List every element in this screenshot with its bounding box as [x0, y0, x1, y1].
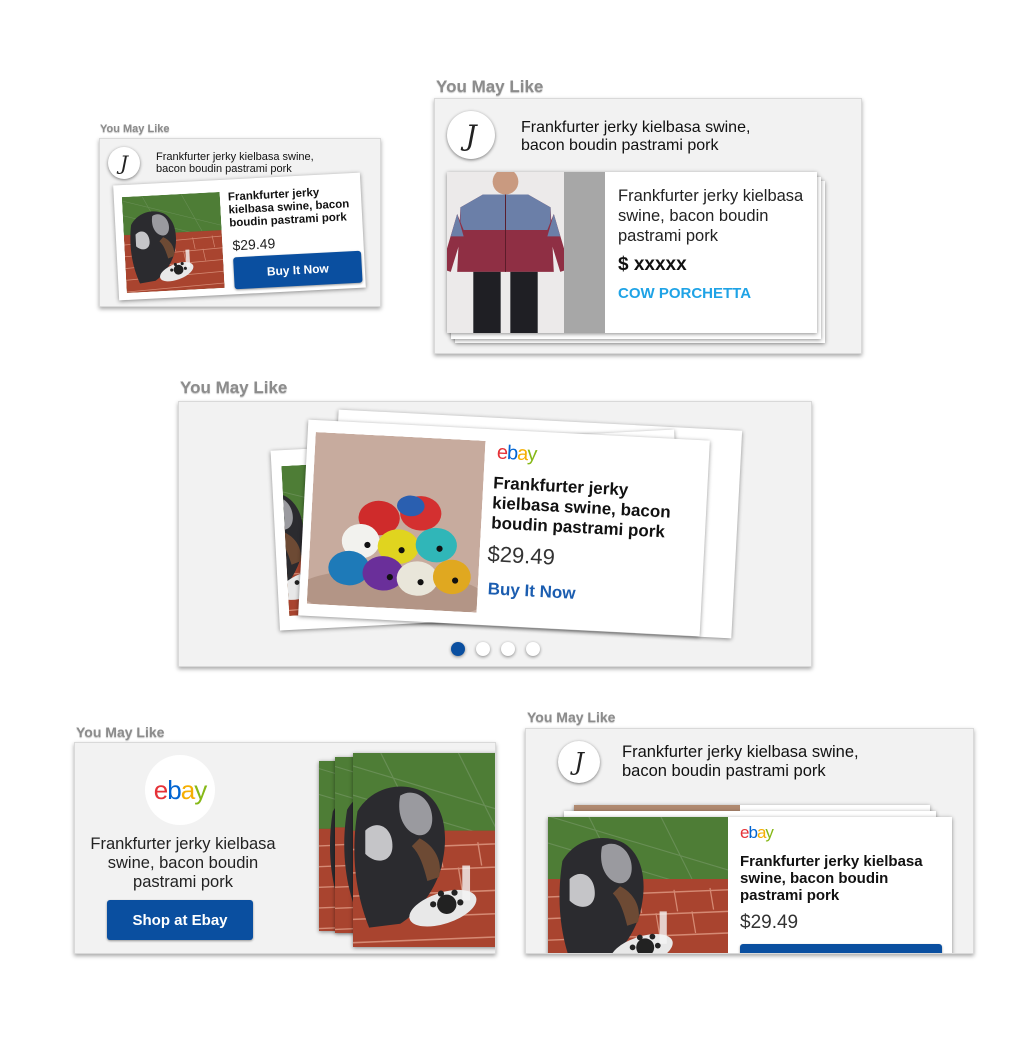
ebay-logo: ebay [496, 441, 537, 466]
ad2-header-text: Frankfurter jerky kielbasa swine, bacon … [521, 119, 751, 154]
dog-photo[interactable] [548, 817, 728, 954]
plush-toys-photo[interactable] [307, 432, 486, 613]
ad5-price: $29.49 [740, 912, 799, 933]
ad5-product-title[interactable]: Frankfurter jerky kielbasa swine, bacon … [740, 853, 946, 904]
dog-photo[interactable] [353, 753, 496, 947]
ad1-heading: You May Like [100, 123, 170, 135]
ad5-heading: You May Like [527, 709, 616, 725]
ad3-price: $29.49 [486, 541, 556, 570]
avatar[interactable]: J [558, 741, 600, 783]
ad3-heading: You May Like [180, 378, 288, 397]
carousel-dot-1[interactable] [451, 642, 465, 656]
ad3-panel: n k ebay Frankfurter jerky kielbasa swin… [178, 401, 812, 667]
ad2-product-card[interactable]: Frankfurter jerky kielbasa swine, bacon … [447, 172, 817, 333]
shop-at-ebay-button[interactable]: Shop at Ebay [107, 900, 253, 940]
ebay-logo: ebay [153, 774, 207, 805]
ad2-product-title[interactable]: Frankfurter jerky kielbasa swine, bacon … [618, 186, 808, 246]
ad5-header-text: Frankfurter jerky kielbasa swine, bacon … [622, 743, 859, 780]
shirt-photo[interactable] [447, 172, 564, 333]
ad4-heading: You May Like [76, 724, 165, 740]
ad2-price: $ xxxxx [618, 254, 687, 275]
ad4-panel: ebay Frankfurter jerky kielbasa swine, b… [74, 742, 496, 954]
ad5-product-card[interactable]: ebay Frankfurter jerky kielbasa swine, b… [548, 817, 952, 954]
ad1-price: $29.49 [232, 235, 276, 254]
buy-button[interactable] [740, 944, 942, 953]
buy-it-now-link[interactable]: Buy It Now [487, 579, 576, 604]
ad5-panel: J Frankfurter jerky kielbasa swine, baco… [525, 728, 974, 954]
dog-photo[interactable] [122, 192, 225, 293]
ad1-panel: J Frankfurter jerky kielbasa swine, baco… [99, 138, 381, 307]
buy-it-now-button[interactable]: Buy It Now [233, 250, 363, 290]
ad3-product-card[interactable]: ebay Frankfurter jerky kielbasa swine, b… [298, 419, 710, 637]
ad4-product-card[interactable] [353, 753, 496, 947]
ebay-logo: ebay [740, 823, 774, 842]
ad4-product-title: Frankfurter jerky kielbasa swine, bacon … [90, 835, 276, 891]
cow-porchetta-link[interactable]: COW PORCHETTA [618, 285, 751, 302]
ad1-header-text: Frankfurter jerky kielbasa swine, bacon … [156, 151, 314, 175]
carousel-dot-2[interactable] [476, 642, 490, 656]
ad1-product-card[interactable]: Frankfurter jerky kielbasa swine, bacon … [113, 172, 366, 301]
avatar[interactable]: J [108, 147, 140, 179]
avatar[interactable]: J [447, 111, 495, 159]
image-side-band [564, 172, 605, 333]
ad2-heading: You May Like [436, 77, 544, 96]
carousel-dot-3[interactable] [501, 642, 515, 656]
ad3-product-title[interactable]: Frankfurter jerky kielbasa swine, bacon … [491, 473, 700, 544]
ebay-logo-badge[interactable]: ebay [145, 755, 215, 825]
ad2-panel: J Frankfurter jerky kielbasa swine, baco… [434, 98, 862, 354]
ad1-product-title[interactable]: Frankfurter jerky kielbasa swine, bacon … [228, 185, 358, 231]
carousel-dot-4[interactable] [526, 642, 540, 656]
